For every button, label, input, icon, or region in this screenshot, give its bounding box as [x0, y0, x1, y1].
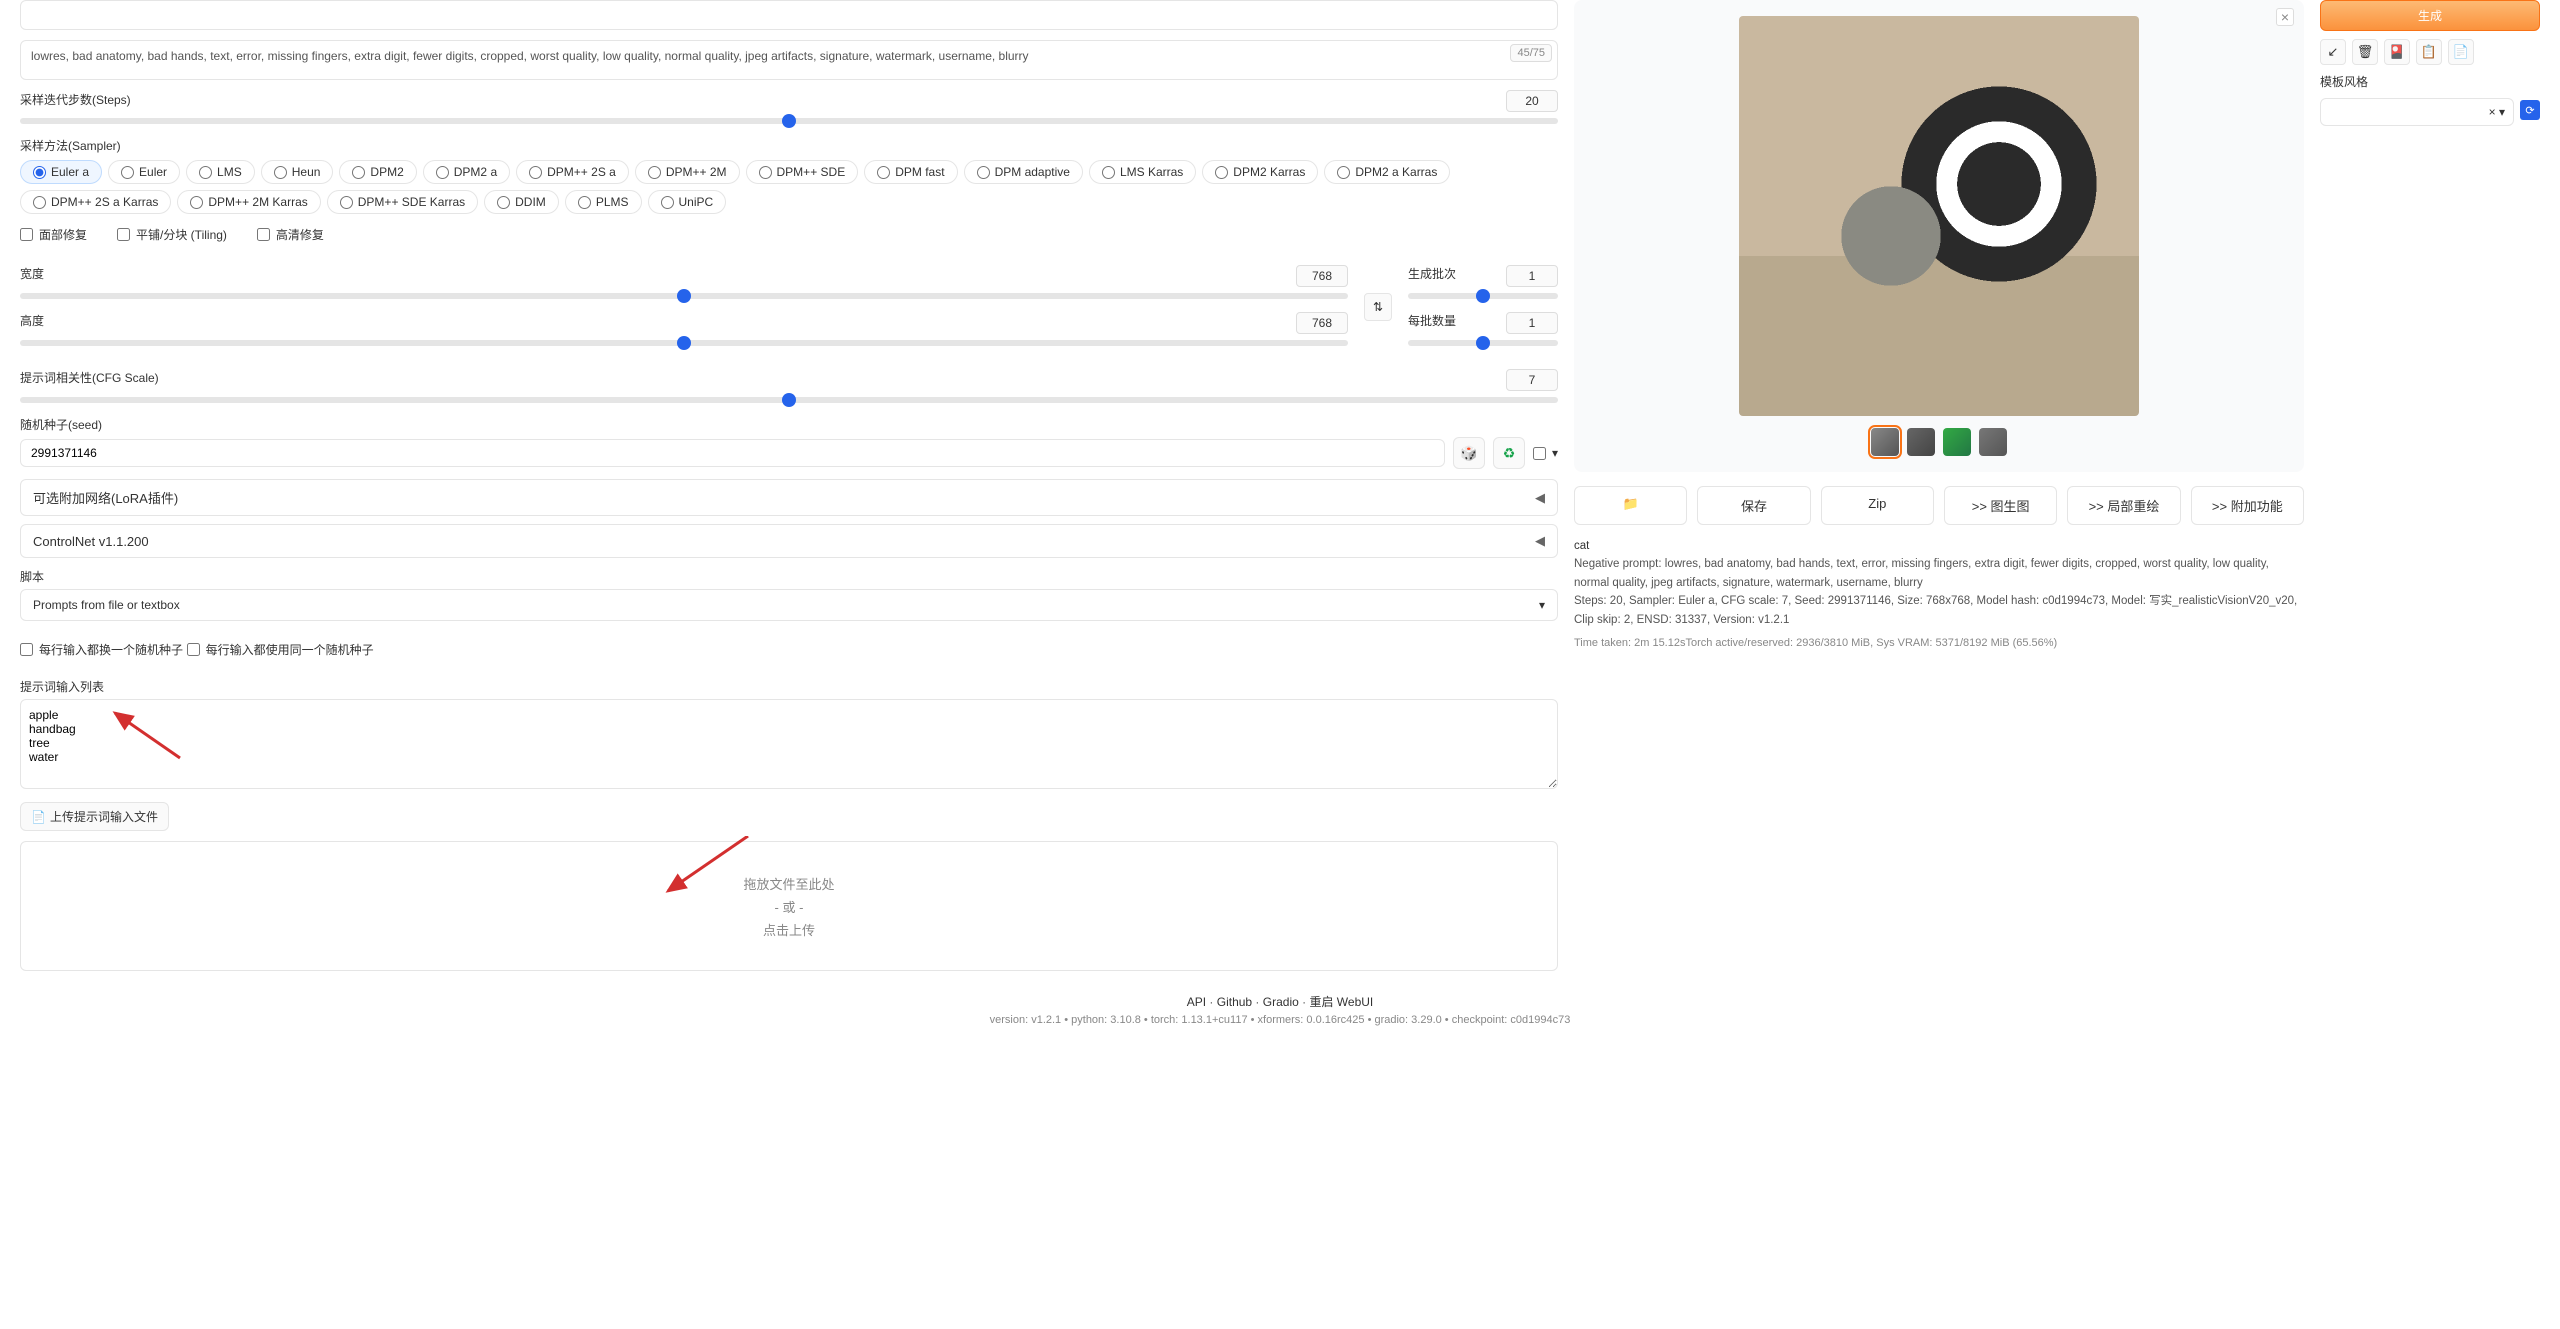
generated-image[interactable] — [1739, 16, 2139, 416]
cfg-label: 提示词相关性(CFG Scale) — [20, 369, 159, 387]
file-dropzone[interactable]: 拖放文件至此处 - 或 - 点击上传 — [20, 841, 1558, 971]
thumbnail-strip — [1590, 428, 2288, 456]
footer-link[interactable]: 重启 WebUI — [1309, 995, 1373, 1009]
negative-prompt[interactable]: lowres, bad anatomy, bad hands, text, er… — [20, 40, 1558, 80]
batch-count-label: 生成批次 — [1408, 265, 1456, 283]
sampler-option[interactable]: DPM++ 2S a — [516, 160, 629, 184]
chevron-down-icon: ▾ — [1539, 598, 1545, 612]
sampler-option[interactable]: DPM adaptive — [964, 160, 1083, 184]
iterate-seed-check[interactable]: 每行输入都换一个随机种子 — [20, 641, 183, 658]
thumbnail[interactable] — [1979, 428, 2007, 456]
steps-label: 采样迭代步数(Steps) — [20, 91, 131, 108]
width-value[interactable]: 768 — [1296, 265, 1348, 287]
sampler-option[interactable]: Heun — [261, 160, 334, 184]
send-img2img-button[interactable]: >> 图生图 — [1944, 486, 2057, 525]
height-label: 高度 — [20, 312, 44, 330]
send-extras-button[interactable]: >> 附加功能 — [2191, 486, 2304, 525]
close-icon[interactable]: × — [2276, 8, 2294, 26]
sampler-option[interactable]: DPM++ 2S a Karras — [20, 190, 171, 214]
batch-size-slider[interactable] — [1408, 340, 1558, 346]
thumbnail[interactable] — [1871, 428, 1899, 456]
seed-random-button[interactable]: 🎲 — [1453, 437, 1485, 469]
steps-slider[interactable] — [20, 118, 1558, 124]
chevron-left-icon: ◀ — [1535, 533, 1545, 549]
footer-link[interactable]: API — [1187, 995, 1206, 1009]
face-restore-check[interactable]: 面部修复 — [20, 226, 87, 243]
sampler-option[interactable]: DPM2 Karras — [1202, 160, 1318, 184]
style-select[interactable]: × ▾ — [2320, 98, 2514, 126]
lora-accordion[interactable]: 可选附加网络(LoRA插件)◀ — [20, 479, 1558, 516]
refresh-styles-button[interactable]: ⟳ — [2520, 100, 2540, 120]
batch-size-label: 每批数量 — [1408, 312, 1456, 330]
sampler-option[interactable]: DPM++ 2M Karras — [177, 190, 320, 214]
sampler-option[interactable]: DPM++ SDE — [746, 160, 859, 184]
tiling-check[interactable]: 平铺/分块 (Tiling) — [117, 226, 227, 243]
thumbnail[interactable] — [1907, 428, 1935, 456]
seed-extra-check[interactable]: ▾ — [1533, 446, 1558, 460]
script-label: 脚本 — [20, 568, 1558, 585]
batch-size-value[interactable]: 1 — [1506, 312, 1558, 334]
seed-label: 随机种子(seed) — [20, 416, 1558, 433]
sampler-option[interactable]: LMS — [186, 160, 255, 184]
send-inpaint-button[interactable]: >> 局部重绘 — [2067, 486, 2180, 525]
positive-prompt[interactable] — [20, 0, 1558, 30]
chevron-left-icon: ◀ — [1535, 490, 1545, 506]
sampler-option[interactable]: DPM2 a — [423, 160, 510, 184]
sampler-option[interactable]: DDIM — [484, 190, 559, 214]
sampler-options: Euler aEulerLMSHeunDPM2DPM2 aDPM++ 2S aD… — [20, 160, 1558, 214]
prompt-list-textarea[interactable] — [20, 699, 1558, 789]
file-icon[interactable]: 📄 — [2448, 39, 2474, 65]
cfg-value[interactable]: 7 — [1506, 369, 1558, 391]
token-counter: 45/75 — [1510, 44, 1552, 62]
thumbnail[interactable] — [1943, 428, 1971, 456]
script-select[interactable]: Prompts from file or textbox▾ — [20, 589, 1558, 621]
styles-icon[interactable]: 🎴 — [2384, 39, 2410, 65]
save-button[interactable]: 保存 — [1697, 486, 1810, 525]
batch-count-value[interactable]: 1 — [1506, 265, 1558, 287]
steps-value[interactable]: 20 — [1506, 90, 1558, 112]
sampler-option[interactable]: LMS Karras — [1089, 160, 1196, 184]
trash-icon[interactable]: 🗑 — [2352, 39, 2378, 65]
sampler-option[interactable]: DPM++ SDE Karras — [327, 190, 478, 214]
sampler-option[interactable]: DPM++ 2M — [635, 160, 740, 184]
arrow-icon[interactable]: ↙ — [2320, 39, 2346, 65]
sampler-option[interactable]: PLMS — [565, 190, 642, 214]
open-folder-button[interactable]: 📁 — [1574, 486, 1687, 525]
sampler-option[interactable]: Euler a — [20, 160, 102, 184]
prompt-list-label: 提示词输入列表 — [20, 678, 1558, 695]
zip-button[interactable]: Zip — [1821, 486, 1934, 525]
footer-link[interactable]: Github — [1217, 995, 1252, 1009]
style-label: 模板风格 — [2320, 73, 2540, 90]
sampler-option[interactable]: DPM fast — [864, 160, 957, 184]
sampler-label: 采样方法(Sampler) — [20, 137, 1558, 154]
swap-wh-button[interactable]: ⇅ — [1364, 293, 1392, 321]
seed-input[interactable] — [20, 439, 1445, 467]
footer-link[interactable]: Gradio — [1263, 995, 1299, 1009]
width-label: 宽度 — [20, 265, 44, 283]
hires-check[interactable]: 高清修复 — [257, 226, 324, 243]
sampler-option[interactable]: DPM2 a Karras — [1324, 160, 1450, 184]
controlnet-accordion[interactable]: ControlNet v1.1.200◀ — [20, 524, 1558, 558]
same-seed-check[interactable]: 每行输入都使用同一个随机种子 — [187, 641, 374, 658]
negative-prompt-text: lowres, bad anatomy, bad hands, text, er… — [31, 49, 1029, 63]
width-slider[interactable] — [20, 293, 1348, 299]
cfg-slider[interactable] — [20, 397, 1558, 403]
output-image-panel: × — [1574, 0, 2304, 472]
height-value[interactable]: 768 — [1296, 312, 1348, 334]
annotation-arrow-icon — [658, 836, 758, 906]
generate-button[interactable]: 生成 — [2320, 0, 2540, 31]
batch-count-slider[interactable] — [1408, 293, 1558, 299]
sampler-option[interactable]: Euler — [108, 160, 180, 184]
sampler-option[interactable]: DPM2 — [339, 160, 416, 184]
footer: API · Github · Gradio · 重启 WebUI version… — [20, 993, 2540, 1026]
sampler-option[interactable]: UniPC — [648, 190, 727, 214]
generation-info: cat Negative prompt: lowres, bad anatomy… — [1574, 537, 2304, 653]
clipboard-icon[interactable]: 📋 — [2416, 39, 2442, 65]
upload-prompts-button[interactable]: 📄 上传提示词输入文件 — [20, 802, 169, 831]
height-slider[interactable] — [20, 340, 1348, 346]
seed-recycle-button[interactable]: ♻ — [1493, 437, 1525, 469]
